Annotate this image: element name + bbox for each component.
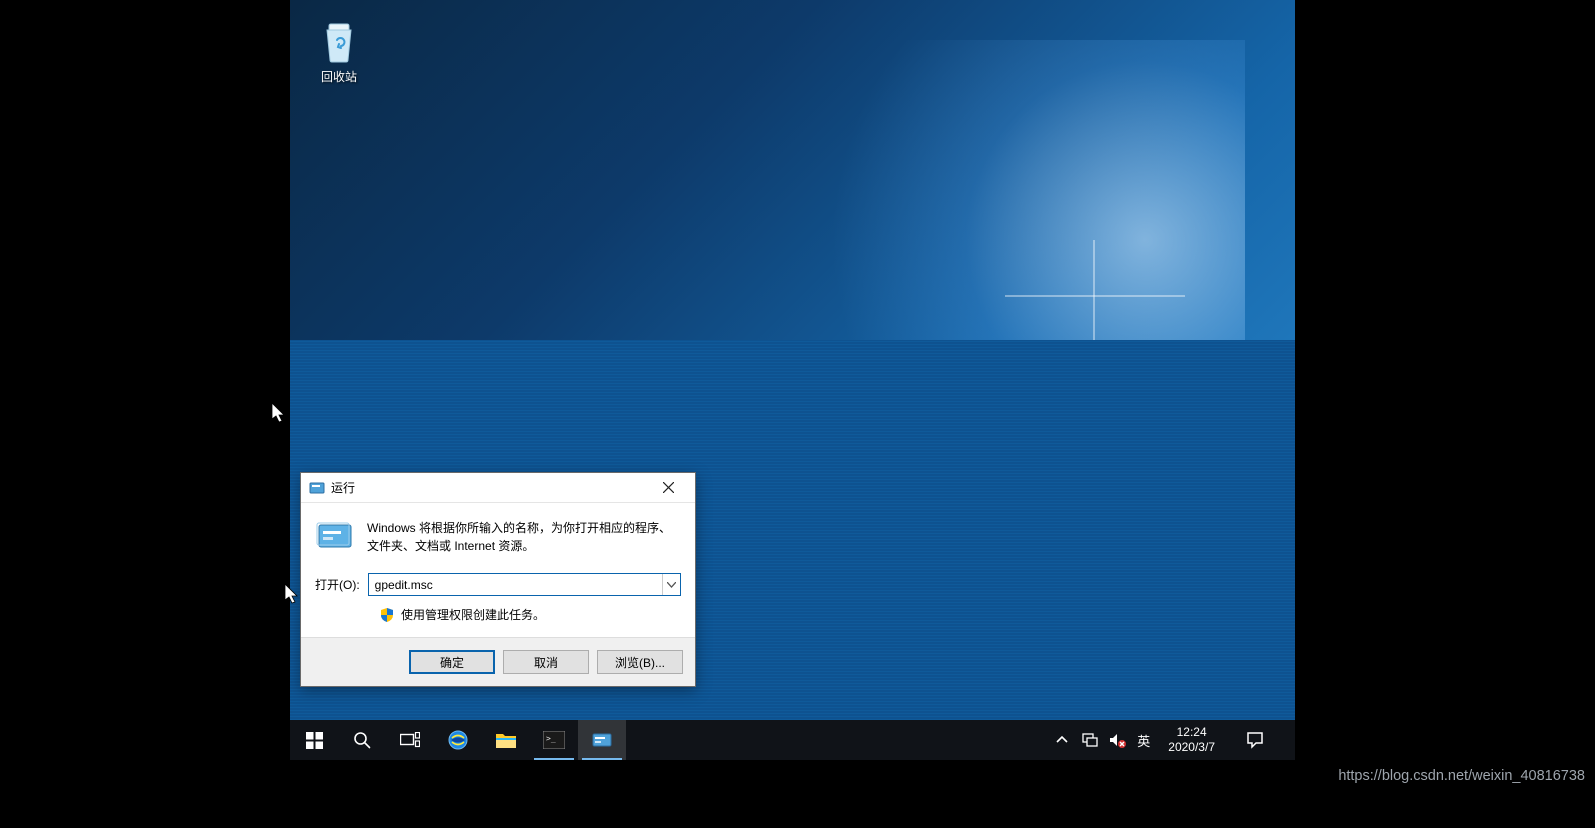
run-big-icon — [315, 519, 355, 555]
run-dialog-titlebar[interactable]: 运行 — [301, 473, 695, 503]
taskbar-explorer-button[interactable] — [482, 720, 530, 760]
watermark-text: https://blog.csdn.net/weixin_40816738 — [1338, 768, 1585, 784]
run-ok-button[interactable]: 确定 — [409, 650, 495, 674]
search-button[interactable] — [338, 720, 386, 760]
run-browse-button[interactable]: 浏览(B)... — [597, 650, 683, 674]
ie-icon — [447, 729, 469, 751]
cursor-icon — [272, 403, 288, 425]
recycle-bin-label: 回收站 — [302, 68, 376, 85]
taskbar-spacer — [626, 720, 1045, 760]
run-open-label: 打开(O): — [315, 576, 360, 593]
close-icon — [663, 482, 674, 493]
run-dialog: 运行 Windows 将根据你所输入的名称，为你打开相应的程序、文件夹、文档或 … — [300, 472, 696, 687]
clock-date: 2020/3/7 — [1168, 740, 1215, 755]
run-dialog-body: Windows 将根据你所输入的名称，为你打开相应的程序、文件夹、文档或 Int… — [301, 503, 695, 637]
run-title-icon — [309, 480, 325, 496]
network-icon — [1081, 732, 1099, 748]
ime-label: 英 — [1137, 731, 1150, 750]
run-description: Windows 将根据你所输入的名称，为你打开相应的程序、文件夹、文档或 Int… — [367, 519, 681, 555]
taskbar-run-button[interactable] — [578, 720, 626, 760]
run-app-icon — [591, 731, 613, 749]
taskbar-cmd-button[interactable]: >_ — [530, 720, 578, 760]
svg-text:>_: >_ — [546, 734, 556, 743]
uac-shield-icon — [379, 607, 395, 623]
tray-clock[interactable]: 12:24 2020/3/7 — [1160, 725, 1223, 755]
run-admin-note: 使用管理权限创建此任务。 — [401, 606, 545, 623]
volume-muted-icon — [1109, 732, 1127, 748]
tray-volume-button[interactable] — [1109, 731, 1127, 749]
run-dialog-footer: 确定 取消 浏览(B)... — [301, 637, 695, 686]
chevron-down-icon — [667, 582, 676, 588]
tray-ime-button[interactable]: 英 — [1137, 731, 1150, 749]
run-open-combobox[interactable] — [368, 573, 681, 596]
tray-overflow-button[interactable] — [1053, 731, 1071, 749]
cmd-icon: >_ — [543, 731, 565, 749]
windows-logo-icon — [306, 732, 323, 749]
action-center-icon — [1246, 731, 1264, 749]
chevron-up-icon — [1056, 734, 1068, 746]
run-open-input[interactable] — [369, 574, 662, 595]
taskbar-ie-button[interactable] — [434, 720, 482, 760]
start-button[interactable] — [290, 720, 338, 760]
search-icon — [353, 731, 371, 749]
tray-action-center-button[interactable] — [1233, 731, 1277, 749]
tray-network-button[interactable] — [1081, 731, 1099, 749]
wallpaper-logo — [1005, 240, 1185, 340]
task-view-button[interactable] — [386, 720, 434, 760]
recycle-bin-icon — [319, 18, 359, 64]
run-dialog-title: 运行 — [331, 479, 647, 496]
clock-time: 12:24 — [1168, 725, 1215, 740]
desktop-icon-recycle-bin[interactable]: 回收站 — [302, 18, 376, 85]
taskbar: >_ — [290, 720, 1295, 760]
task-view-icon — [400, 732, 420, 748]
file-explorer-icon — [495, 731, 517, 749]
run-cancel-button[interactable]: 取消 — [503, 650, 589, 674]
system-tray: 英 12:24 2020/3/7 — [1045, 720, 1295, 760]
run-dialog-close-button[interactable] — [647, 474, 689, 502]
run-open-dropdown-button[interactable] — [662, 574, 680, 595]
